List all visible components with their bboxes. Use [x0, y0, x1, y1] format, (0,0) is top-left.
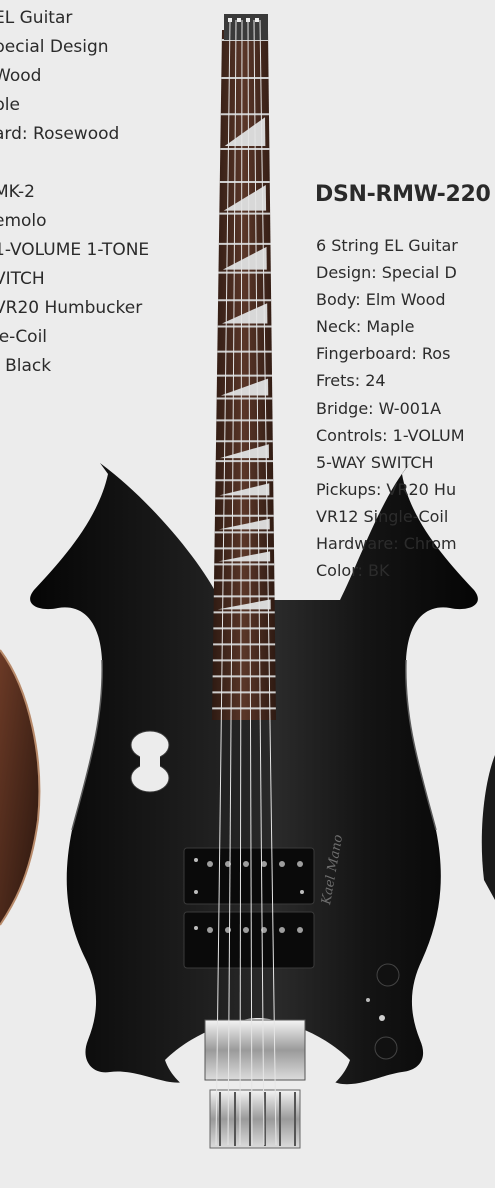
spec-line: Body: Elm Wood: [316, 290, 446, 310]
spec-line: Neck: Maple: [316, 317, 415, 337]
product-image: EL Guitar pecial Design Wood ple ard: Ro…: [0, 0, 495, 1188]
tone-knob: [374, 1036, 398, 1060]
spec-line: VR12 Single-Coil: [316, 506, 449, 526]
spec-line: Design: Special D: [316, 263, 457, 283]
bridge: [204, 1019, 306, 1081]
partial-guitar-right: [481, 755, 495, 900]
spec-line: Pickups: VR20 Hu: [316, 479, 457, 499]
spec-line: Color: BK: [316, 561, 390, 581]
model-title: DSN-RMW-220: [315, 182, 491, 207]
spec-line: Controls: 1-VOLUM: [316, 425, 465, 445]
bridge-pickup: [183, 911, 315, 969]
volume-knob: [376, 963, 400, 987]
partial-guitar-left: [0, 650, 40, 925]
neck-pickup: [183, 847, 315, 905]
spec-line: Bridge: W-001A: [316, 398, 442, 418]
spec-line: Hardware: Chrom: [316, 534, 457, 554]
guitar-illustration: Kael Mano: [0, 14, 495, 1149]
spec-line: Fingerboard: Ros: [316, 344, 451, 364]
spec-line: 6 String EL Guitar: [316, 236, 458, 255]
spec-line: Frets: 24: [316, 371, 386, 391]
spec-list: 6 String EL Guitar Design: Special D Bod…: [316, 232, 465, 584]
spec-line: 5-WAY SWITCH: [316, 452, 434, 472]
